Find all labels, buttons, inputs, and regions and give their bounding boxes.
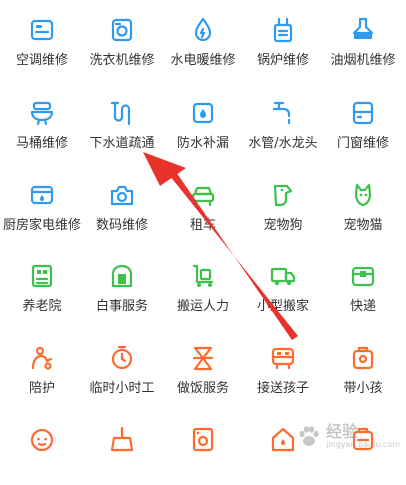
package-icon [349, 262, 377, 290]
service-item[interactable]: 陪护 [2, 342, 82, 404]
service-label: 数码维修 [95, 218, 148, 233]
service-label: 下水道疏通 [89, 136, 155, 151]
service-item[interactable] [323, 423, 403, 485]
service-item[interactable]: 马桶维修 [2, 97, 82, 159]
service-item[interactable]: 带小孩 [323, 342, 403, 404]
window-icon [349, 99, 377, 127]
car-icon [189, 181, 217, 209]
boiler-icon [269, 16, 297, 44]
service-label: 临时小时工 [89, 381, 155, 396]
service-item[interactable]: 空调维修 [2, 14, 82, 76]
cooking-icon [189, 344, 217, 372]
faucet-icon [269, 99, 297, 127]
caregiver-icon [28, 344, 56, 372]
service-item[interactable]: 下水道疏通 [82, 97, 162, 159]
service-item[interactable]: 快递 [323, 260, 403, 322]
dog-icon [269, 181, 297, 209]
service-item[interactable]: 门窗维修 [323, 97, 403, 159]
air-conditioner-icon [28, 16, 56, 44]
service-label: 接送孩子 [256, 381, 309, 396]
service-item[interactable]: 养老院 [2, 260, 82, 322]
drain-pipe-icon [108, 99, 136, 127]
service-label: 油烟机维修 [330, 53, 396, 68]
service-label: 做饭服务 [176, 381, 229, 396]
service-label: 养老院 [22, 299, 62, 314]
funeral-icon [108, 262, 136, 290]
service-item[interactable]: 洗衣机维修 [82, 14, 162, 76]
service-label: 搬运人力 [176, 299, 229, 314]
service-label: 宠物狗 [263, 218, 303, 233]
service-label: 防水补漏 [176, 136, 229, 151]
nursing-home-icon [28, 262, 56, 290]
service-item[interactable]: 搬运人力 [163, 260, 243, 322]
service-item[interactable]: 小型搬家 [243, 260, 323, 322]
service-item[interactable]: 临时小时工 [82, 342, 162, 404]
microwave-icon [28, 181, 56, 209]
service-label: 锅炉维修 [256, 53, 309, 68]
service-label: 小型搬家 [256, 299, 309, 314]
range-hood-icon [349, 16, 377, 44]
appliance-cleaning-icon [189, 425, 217, 453]
service-item[interactable]: 水电暖维修 [163, 14, 243, 76]
service-label: 门窗维修 [336, 136, 389, 151]
service-item[interactable]: 宠物狗 [243, 179, 323, 241]
service-label: 洗衣机维修 [89, 53, 155, 68]
service-item[interactable] [2, 423, 82, 485]
service-label: 陪护 [28, 381, 55, 396]
cleaning-icon [108, 425, 136, 453]
service-label: 水电暖维修 [170, 53, 236, 68]
waterproof-icon [189, 99, 217, 127]
service-label: 水管/水龙头 [248, 136, 318, 151]
service-grid: 空调维修 洗衣机维修 水电暖维修 锅炉维修 油烟机维修马桶维修 下水道疏通 防水补漏 水管/水… [0, 0, 406, 454]
service-label: 空调维修 [15, 53, 68, 68]
school-bus-icon [269, 344, 297, 372]
truck-icon [269, 262, 297, 290]
cat-icon [349, 181, 377, 209]
moving-cart-icon [189, 262, 217, 290]
stopwatch-icon [108, 344, 136, 372]
child-face-icon [28, 425, 56, 453]
service-item[interactable]: 油烟机维修 [323, 14, 403, 76]
service-item[interactable]: 白事服务 [82, 260, 162, 322]
service-item[interactable]: 宠物猫 [323, 179, 403, 241]
service-item[interactable]: 租车 [163, 179, 243, 241]
service-item[interactable] [163, 423, 243, 485]
service-item[interactable]: 做饭服务 [163, 342, 243, 404]
water-drop-icon [189, 16, 217, 44]
service-item[interactable]: 水管/水龙头 [243, 97, 323, 159]
camera-icon [108, 181, 136, 209]
service-item[interactable]: 锅炉维修 [243, 14, 323, 76]
service-label: 租车 [189, 218, 216, 233]
service-item[interactable]: 数码维修 [82, 179, 162, 241]
service-item[interactable] [243, 423, 323, 485]
service-label: 厨房家电维修 [2, 218, 81, 233]
service-label: 宠物猫 [343, 218, 383, 233]
service-item[interactable]: 厨房家电维修 [2, 179, 82, 241]
service-label: 快递 [349, 299, 376, 314]
service-item[interactable]: 接送孩子 [243, 342, 323, 404]
service-label: 白事服务 [95, 299, 148, 314]
service-item[interactable]: 防水补漏 [163, 97, 243, 159]
tutor-icon [349, 425, 377, 453]
house-icon [269, 425, 297, 453]
toilet-icon [28, 99, 56, 127]
baby-icon [349, 344, 377, 372]
service-label: 马桶维修 [15, 136, 68, 151]
washing-machine-icon [108, 16, 136, 44]
service-item[interactable] [82, 423, 162, 485]
service-label: 带小孩 [343, 381, 383, 396]
